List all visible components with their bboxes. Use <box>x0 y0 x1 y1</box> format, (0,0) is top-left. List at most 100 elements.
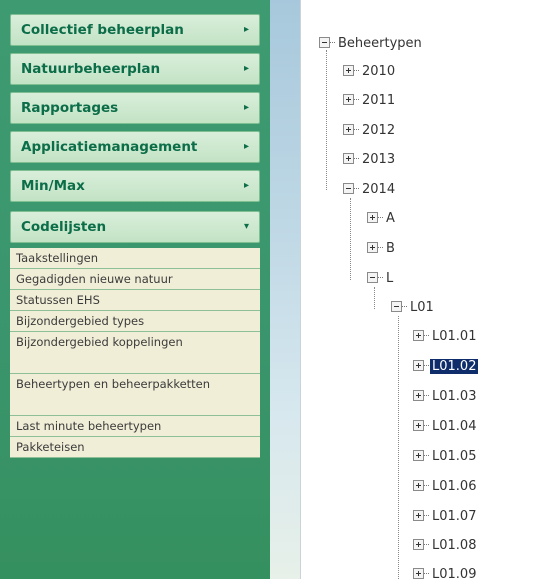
submenu-item-pakketeisen[interactable]: Pakketeisen <box>10 437 260 458</box>
collapse-icon[interactable] <box>319 37 330 48</box>
tree-node-label[interactable]: Beheertypen <box>336 36 424 51</box>
decorative-background-strip <box>270 0 300 579</box>
tree-guide-line <box>374 287 375 309</box>
menu-label: Collectief beheerplan <box>21 22 184 38</box>
collapse-icon[interactable] <box>367 272 378 283</box>
tree-node-leaf: L01.09 <box>413 566 478 579</box>
collapse-icon[interactable] <box>343 183 354 194</box>
tree-node-label[interactable]: L01.07 <box>430 509 478 524</box>
tree-node-label[interactable]: L01.08 <box>430 538 478 553</box>
tree-node-label[interactable]: L01.05 <box>430 449 478 464</box>
chevron-right-icon: ▸ <box>243 63 249 74</box>
tree-node-leaf: L01.03 <box>413 388 478 406</box>
expand-icon[interactable] <box>413 539 424 550</box>
submenu-item-taakstellingen[interactable]: Taakstellingen <box>10 248 260 269</box>
chevron-right-icon: ▸ <box>243 102 249 113</box>
tree-node-year: 2010 <box>343 63 397 81</box>
tree-node-leaf: L01.04 <box>413 418 478 436</box>
expand-icon[interactable] <box>413 360 424 371</box>
expand-icon[interactable] <box>367 242 378 253</box>
tree-node-label[interactable]: L01.03 <box>430 389 478 404</box>
menu-label: Codelijsten <box>21 219 107 235</box>
tree-connector <box>424 573 429 574</box>
tree-connector <box>424 544 429 545</box>
tree-node-label[interactable]: 2014 <box>360 182 397 197</box>
expand-icon[interactable] <box>413 390 424 401</box>
beheertypen-tree-panel: Beheertypen 2010 2011 2012 2013 2014 A B… <box>300 0 553 579</box>
tree-connector <box>354 99 359 100</box>
tree-connector <box>378 217 383 218</box>
expand-icon[interactable] <box>343 65 354 76</box>
navigation-sidebar: Collectief beheerplan ▸ Natuurbeheerplan… <box>0 0 270 579</box>
menu-min-max[interactable]: Min/Max ▸ <box>10 170 260 202</box>
tree-node-label[interactable]: B <box>384 241 397 256</box>
tree-node-label[interactable]: L01.01 <box>430 329 478 344</box>
expand-icon[interactable] <box>413 510 424 521</box>
tree-node-leaf: L01.07 <box>413 508 478 526</box>
chevron-right-icon: ▸ <box>243 141 249 152</box>
tree-node-letter: L <box>367 270 395 288</box>
chevron-right-icon: ▸ <box>243 24 249 35</box>
submenu-item-beheertypen-en-beheerpakketten[interactable]: Beheertypen en beheerpakketten <box>10 374 260 416</box>
tree-node-label[interactable]: L01.04 <box>430 419 478 434</box>
tree-node-label[interactable]: L01.06 <box>430 479 478 494</box>
codelijsten-submenu: Taakstellingen Gegadigden nieuwe natuur … <box>10 248 260 458</box>
expand-icon[interactable] <box>343 153 354 164</box>
tree-connector <box>354 158 359 159</box>
submenu-item-bijzondergebied-koppelingen[interactable]: Bijzondergebied koppelingen <box>10 332 260 374</box>
collapse-icon[interactable] <box>391 301 402 312</box>
tree-node-leaf: L01.05 <box>413 448 478 466</box>
expand-icon[interactable] <box>413 450 424 461</box>
expand-icon[interactable] <box>367 212 378 223</box>
expand-icon[interactable] <box>413 480 424 491</box>
submenu-item-last-minute-beheertypen[interactable]: Last minute beheertypen <box>10 416 260 437</box>
expand-icon[interactable] <box>343 94 354 105</box>
menu-codelijsten[interactable]: Codelijsten ▾ <box>10 211 260 243</box>
tree-node-leaf: L01.08 <box>413 537 478 555</box>
chevron-right-icon: ▸ <box>243 180 249 191</box>
expand-icon[interactable] <box>413 330 424 341</box>
tree-node-label[interactable]: 2011 <box>360 93 397 108</box>
tree-node-label-selected[interactable]: L01.02 <box>430 359 479 374</box>
tree-node-letter: A <box>367 210 397 228</box>
tree-node-label[interactable]: 2010 <box>360 64 397 79</box>
tree-node-label[interactable]: A <box>384 211 397 226</box>
tree-guide-line <box>398 316 399 579</box>
menu-collectief-beheerplan[interactable]: Collectief beheerplan ▸ <box>10 14 260 46</box>
submenu-item-gegadigden-nieuwe-natuur[interactable]: Gegadigden nieuwe natuur <box>10 269 260 290</box>
tree-node-year: 2012 <box>343 122 397 140</box>
tree-connector <box>424 485 429 486</box>
tree-connector <box>378 277 383 278</box>
tree-node-year: 2011 <box>343 92 397 110</box>
expand-icon[interactable] <box>343 124 354 135</box>
tree-node-leaf: L01.06 <box>413 478 478 496</box>
tree-node-label[interactable]: L01 <box>408 300 436 315</box>
menu-applicatiemanagement[interactable]: Applicatiemanagement ▸ <box>10 131 260 163</box>
menu-natuurbeheerplan[interactable]: Natuurbeheerplan ▸ <box>10 53 260 85</box>
tree-node-label[interactable]: L01.09 <box>430 567 478 579</box>
tree-connector <box>354 188 359 189</box>
tree-node-root: Beheertypen <box>319 35 424 53</box>
tree-node-label[interactable]: 2013 <box>360 152 397 167</box>
expand-icon[interactable] <box>413 420 424 431</box>
submenu-item-statussen-ehs[interactable]: Statussen EHS <box>10 290 260 311</box>
tree-node-year: 2014 <box>343 181 397 199</box>
tree-node-leaf: L01.01 <box>413 328 478 346</box>
menu-label: Natuurbeheerplan <box>21 61 161 77</box>
menu-rapportages[interactable]: Rapportages ▸ <box>10 92 260 124</box>
tree-node-label[interactable]: L <box>384 271 395 286</box>
tree-node-year: 2013 <box>343 151 397 169</box>
tree-node-group: L01 <box>391 299 436 317</box>
menu-label: Applicatiemanagement <box>21 139 198 155</box>
tree-connector <box>402 306 407 307</box>
tree-connector <box>424 425 429 426</box>
menu-label: Rapportages <box>21 100 119 116</box>
tree-connector <box>424 365 429 366</box>
tree-connector <box>330 42 335 43</box>
tree-connector <box>424 335 429 336</box>
tree-node-label[interactable]: 2012 <box>360 123 397 138</box>
expand-icon[interactable] <box>413 568 424 579</box>
tree-guide-line <box>326 50 327 190</box>
submenu-item-bijzondergebied-types[interactable]: Bijzondergebied types <box>10 311 260 332</box>
tree-node-leaf-selected: L01.02 <box>413 358 479 376</box>
